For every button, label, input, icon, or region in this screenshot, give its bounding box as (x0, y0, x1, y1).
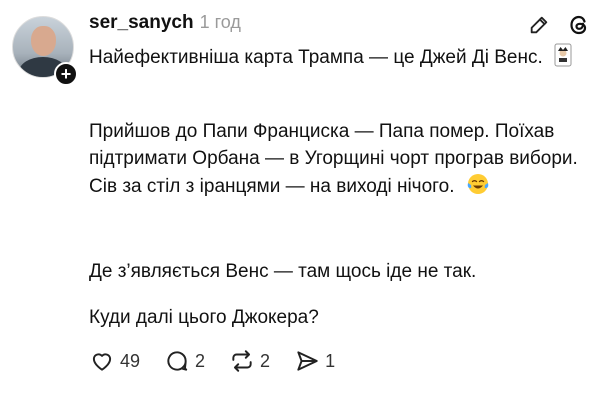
like-button[interactable]: 49 (89, 348, 140, 374)
threads-logo-icon[interactable] (567, 13, 591, 37)
post-paragraph-2: Прийшов до Папи Франциска — Папа помер. … (89, 118, 594, 200)
follow-plus-icon[interactable]: + (54, 62, 78, 86)
post-time: 1 год (199, 12, 241, 32)
like-count: 49 (120, 350, 141, 371)
repost-button[interactable]: 2 (229, 348, 270, 374)
tears-of-joy-emoji (467, 174, 489, 194)
post-header: ser_sanych 1 год (89, 12, 241, 34)
heart-icon (92, 353, 112, 371)
comment-icon (167, 351, 188, 371)
send-icon (297, 351, 318, 371)
paragraph-2-text: Прийшов до Папи Франциска — Папа помер. … (89, 121, 578, 197)
repost-count: 2 (260, 350, 271, 371)
avatar-head (31, 26, 56, 56)
action-bar: 49 2 2 1 (89, 348, 359, 374)
reply-count: 2 (195, 350, 206, 371)
post-paragraph-3: Де з’являється Венс — там щось іде не та… (89, 261, 477, 282)
paragraph-1-text: Найефективніша карта Трампа — це Джей Ді… (89, 47, 543, 68)
reply-button[interactable]: 2 (164, 348, 205, 374)
avatar-wrap[interactable]: + (12, 16, 78, 86)
username[interactable]: ser_sanych (89, 12, 194, 34)
joker-card-emoji (554, 43, 572, 67)
post-paragraph-4: Куди далі цього Джокера? (89, 307, 319, 328)
repost-icon (232, 350, 252, 372)
share-button[interactable]: 1 (294, 348, 335, 374)
share-count: 1 (325, 350, 336, 371)
pencil-icon[interactable] (528, 14, 550, 36)
post-paragraph-1: Найефективніша карта Трампа — це Джей Ді… (89, 43, 594, 71)
